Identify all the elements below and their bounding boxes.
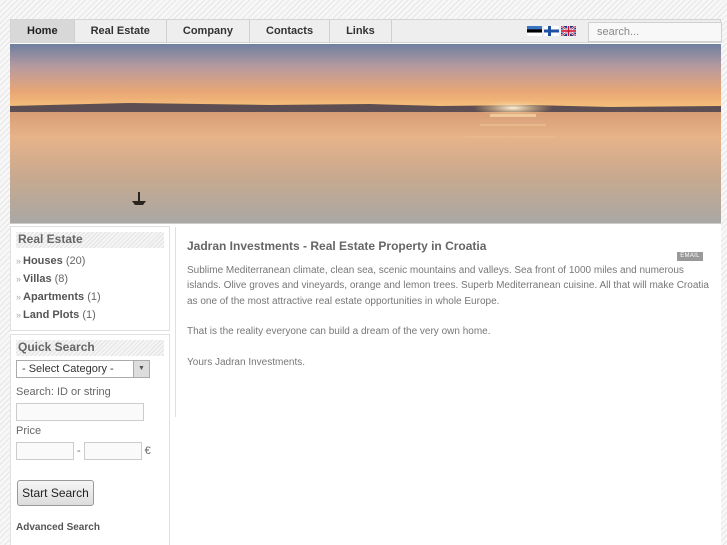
signature-paragraph: Yours Jadran Investments.	[187, 356, 306, 368]
category-count: (20)	[65, 255, 86, 267]
finland-flag-icon[interactable]	[544, 26, 559, 36]
category-apartments[interactable]: » Apartments (1)	[16, 288, 164, 306]
intro-paragraph: Sublime Mediterranean climate, clean sea…	[187, 265, 709, 307]
main-menu: Home Real Estate Company Contacts Links	[11, 20, 392, 43]
quick-search-module: Quick Search - Select Category - ▼ Searc…	[10, 334, 170, 545]
page-container: Home Real Estate Company Contacts Links	[10, 19, 722, 545]
search-string-label: Search: ID or string	[16, 386, 111, 398]
search-string-input[interactable]	[16, 403, 144, 421]
real-estate-title: Real Estate	[16, 232, 164, 248]
price-min-input[interactable]	[16, 442, 74, 460]
currency-symbol: €	[144, 445, 151, 457]
chevron-right-icon: »	[16, 256, 22, 266]
language-flags	[527, 26, 576, 36]
main-content: Jadran Investments - Real Estate Propert…	[187, 238, 717, 370]
real-estate-module: Real Estate » Houses (20) » Villas (8) » Ap…	[10, 226, 170, 331]
nav-links[interactable]: Links	[330, 20, 392, 43]
nav-company[interactable]: Company	[167, 20, 250, 43]
price-separator: -	[77, 445, 81, 457]
start-search-button[interactable]: Start Search	[17, 480, 94, 506]
chevron-right-icon: »	[16, 274, 22, 284]
category-land-plots[interactable]: » Land Plots (1)	[16, 306, 164, 324]
banner-image	[10, 44, 721, 223]
chevron-right-icon: »	[16, 310, 22, 320]
uk-flag-icon[interactable]	[561, 26, 576, 36]
category-count: (1)	[82, 309, 96, 321]
category-name: Apartments	[23, 291, 85, 303]
sidebar: Real Estate » Houses (20) » Villas (8) » Ap…	[10, 226, 170, 545]
advanced-search-link[interactable]: Advanced Search	[16, 522, 164, 533]
quick-search-title: Quick Search	[16, 340, 164, 356]
dropdown-arrow-icon: ▼	[133, 361, 149, 377]
sunset-sea-banner	[10, 44, 721, 224]
category-villas[interactable]: » Villas (8)	[16, 270, 164, 288]
top-navigation: Home Real Estate Company Contacts Links	[10, 19, 722, 43]
category-houses[interactable]: » Houses (20)	[16, 252, 164, 270]
category-name: Villas	[23, 273, 52, 285]
price-range: - €	[16, 442, 164, 460]
category-count: (8)	[54, 273, 69, 285]
email-icon[interactable]: EMAIL	[677, 252, 703, 261]
estonia-flag-icon[interactable]	[527, 26, 542, 36]
category-select-value: - Select Category -	[22, 363, 114, 375]
page-title: Jadran Investments - Real Estate Propert…	[187, 239, 487, 253]
category-name: Land Plots	[23, 309, 80, 321]
category-name: Houses	[23, 255, 63, 267]
column-divider	[175, 227, 176, 417]
nav-home[interactable]: Home	[11, 20, 75, 43]
chevron-right-icon: »	[16, 292, 22, 302]
category-select[interactable]: - Select Category - ▼	[16, 360, 150, 378]
category-count: (1)	[87, 291, 101, 303]
price-max-input[interactable]	[83, 442, 142, 460]
nav-real-estate[interactable]: Real Estate	[75, 20, 167, 43]
reality-paragraph: That is the reality everyone can build a…	[187, 326, 491, 338]
search-input[interactable]	[588, 22, 722, 42]
nav-contacts[interactable]: Contacts	[250, 20, 331, 43]
price-label: Price	[16, 425, 42, 437]
